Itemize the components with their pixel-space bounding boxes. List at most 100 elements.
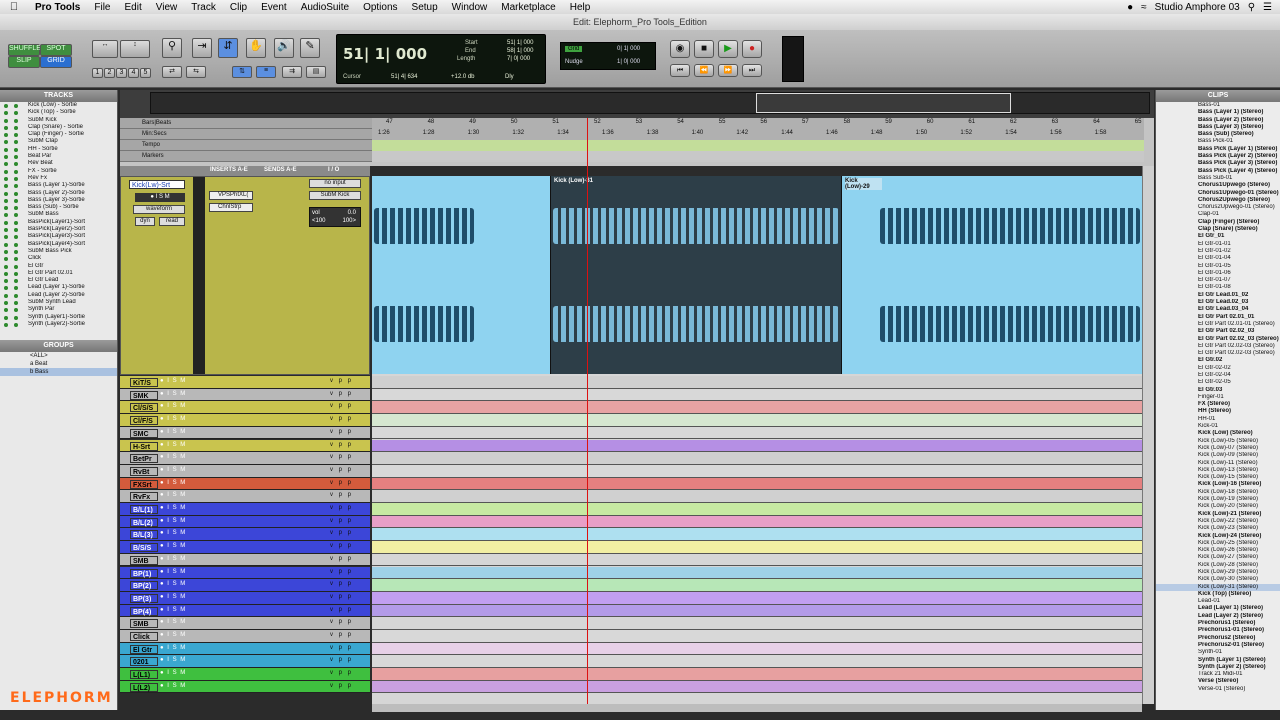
track-header[interactable]: BP(2) ● I S M v p p [120,579,370,592]
clip-list-item[interactable]: Kick (Low)-31 (Stereo) [1156,583,1280,591]
track-name[interactable]: 0201 [130,657,158,667]
clip-list-item[interactable]: Bass Pick (Layer 3) (Stereo) [1156,160,1280,167]
solo-mute-buttons[interactable]: ● I S M [160,416,186,422]
track-name[interactable]: BP(1) [130,568,158,578]
menu-setup[interactable]: Setup [405,2,445,13]
solo-mute-buttons[interactable]: ● I S M [160,454,186,460]
clip-list-item[interactable]: El Gtr Part 02.02-03 (Stereo) [1156,350,1280,357]
clip-list-item[interactable]: Prechorus2 (Stereo) [1156,635,1280,642]
track-lane[interactable] [372,642,1142,656]
zoom-out-button[interactable]: ↔ [92,40,118,58]
clip-list-item[interactable]: El Gtr-02-05 [1156,379,1280,386]
link-track-icon[interactable]: ⇅ [232,66,252,78]
track-header[interactable]: SMK ● I S M v p p [120,388,370,402]
io-selectors[interactable]: v p p [330,657,353,663]
clip-list-item[interactable]: Kick (Low)-22 (Stereo) [1156,518,1280,525]
menu-help[interactable]: Help [563,2,598,13]
menu-event[interactable]: Event [254,2,294,13]
io-selectors[interactable]: v p p [330,505,353,511]
clip-list-item[interactable]: El Gtr Lead.03_04 [1156,306,1280,313]
clip-list-item[interactable]: Kick-01 [1156,423,1280,430]
solo-mute-buttons[interactable]: ● I S M [160,645,186,651]
track-name[interactable]: H-Srt [130,441,158,451]
insert-b[interactable]: ChnlStrp [209,203,253,212]
track-name[interactable]: SMB [130,619,158,629]
wifi-icon[interactable]: ≈ [1141,2,1147,13]
track-header[interactable]: B/L(1) ● I S M v p p [120,503,370,516]
clip-list-item[interactable]: El Gtr Lead.02_03 [1156,299,1280,306]
track-lane[interactable] [372,553,1142,567]
solo-mute-buttons[interactable]: ● I S M [160,657,186,663]
clip-list-item[interactable]: Kick (Top) (Stereo) [1156,591,1280,598]
clip-list-item[interactable]: Chorus1Upwego (Stereo) [1156,182,1280,189]
solo-mute-buttons[interactable]: ● I S M [135,193,185,202]
track-list-item[interactable]: SubM Synth Lead [0,299,117,306]
track-name[interactable]: BP(4) [130,606,158,616]
edit-mode-shuffle[interactable]: SHUFFLE [8,44,41,56]
track-list-item[interactable]: Clap (Snare) - Sortie [0,124,117,131]
selector-tool-icon[interactable]: ⇵ [218,38,238,58]
trim-tool-icon[interactable]: ⇥ [192,38,212,58]
pan-left[interactable]: <100 [312,218,326,224]
io-selectors[interactable]: v p p [330,645,353,651]
overview-visible-region[interactable] [756,93,1011,113]
clip-list-item[interactable]: Synth (Layer 1) (Stereo) [1156,657,1280,664]
clip-list-item[interactable]: El Gtr Part 02.01_01 [1156,314,1280,321]
clip-list-item[interactable]: El Gtr-01-06 [1156,270,1280,277]
track-name[interactable]: KiT/S [130,378,158,387]
zoom-preset-5[interactable]: 5 [140,68,151,78]
clip-list-item[interactable]: Kick (Low)-24 (Stereo) [1156,533,1280,540]
track-header[interactable]: B/L(2) ● I S M v p p [120,515,370,529]
track-name[interactable]: SMB [130,555,158,565]
pan-right[interactable]: 100> [342,218,356,224]
menu-clip[interactable]: Clip [223,2,254,13]
solo-mute-buttons[interactable]: ● I S M [160,518,186,524]
scrubber-tool-icon[interactable]: 🔊 [274,38,294,58]
clip-list-item[interactable]: El Gtr-02-04 [1156,372,1280,379]
track-name[interactable]: B/L(3) [130,530,158,540]
clip-list-item[interactable]: Bass Pick-01 [1156,138,1280,145]
track-lane[interactable] [372,477,1142,491]
track-name[interactable]: RvBt [130,466,158,476]
track-header[interactable]: 0201 ● I S M v p p [120,655,370,669]
solo-mute-buttons[interactable]: ● I S M [160,530,186,536]
volume-pan-box[interactable]: vol 0.0 <100 100> [309,207,361,227]
bars-ruler[interactable]: 47 48 49 50 51 52 53 54 55 56 57 58 59 60 61 62 63 64 65 1:… [372,118,1144,140]
menu-file[interactable]: File [87,2,117,13]
track-name[interactable]: L(L2) [130,682,158,692]
track-lane[interactable] [372,655,1142,669]
clip-list-item[interactable]: Kick (Low)-23 (Stereo) [1156,525,1280,532]
tab-to-transients-icon[interactable]: ⇄ [162,66,182,78]
track-header[interactable]: B/L(3) ● I S M v p p [120,528,370,542]
track-list-item[interactable]: El Gtr Lead [0,277,117,284]
solo-mute-buttons[interactable]: ● I S M [160,581,186,587]
grabber-tool-icon[interactable]: ✋ [246,38,266,58]
grid-label[interactable]: Grid [565,46,583,52]
clip-list-item[interactable]: Kick (Low)-27 (Stereo) [1156,554,1280,561]
clip-list-item[interactable]: Lead (Layer 1) (Stereo) [1156,605,1280,612]
clip-list-item[interactable]: Verse-01 (Stereo) [1156,686,1280,693]
sync-icon[interactable]: ● [1127,2,1133,13]
io-selectors[interactable]: v p p [330,454,353,460]
track-list-item[interactable]: BasPick(Layer1)-Sort [0,219,117,226]
clip-list-item[interactable]: FX (Stereo) [1156,401,1280,408]
rewind-button[interactable]: ⏪ [694,64,714,77]
clip-list-item[interactable]: El Gtr-01-01 [1156,241,1280,248]
track-list-item[interactable]: El Gtr [0,263,117,270]
track-list-item[interactable]: SubM Bass [0,211,117,218]
track-header[interactable]: Click ● I S M v p p [120,630,370,643]
clip-list-item[interactable]: Bass Pick (Layer 4) (Stereo) [1156,168,1280,175]
group-item[interactable]: b Bass [0,368,117,376]
io-selectors[interactable]: v p p [330,391,353,397]
track-header[interactable]: L(L1) ● I S M v p p [120,668,370,681]
clip-list-item[interactable]: Kick (Low)-29 (Stereo) [1156,569,1280,576]
track-list-item[interactable]: Kick (Low) - Sortie [0,102,117,109]
track-lane[interactable] [372,630,1142,643]
track-header[interactable]: Cl/S/S ● I S M v p p [120,401,370,415]
solo-mute-buttons[interactable]: ● I S M [160,543,186,549]
clip-list-item[interactable]: Prechorus2-01 (Stereo) [1156,642,1280,649]
minsecs-ruler-label[interactable]: Min:Secs [120,129,372,140]
track-list-item[interactable]: Bass (Layer 3)-Sortie [0,197,117,204]
clip-list-item[interactable]: Kick (Low)-26 (Stereo) [1156,547,1280,554]
solo-mute-buttons[interactable]: ● I S M [160,670,186,676]
